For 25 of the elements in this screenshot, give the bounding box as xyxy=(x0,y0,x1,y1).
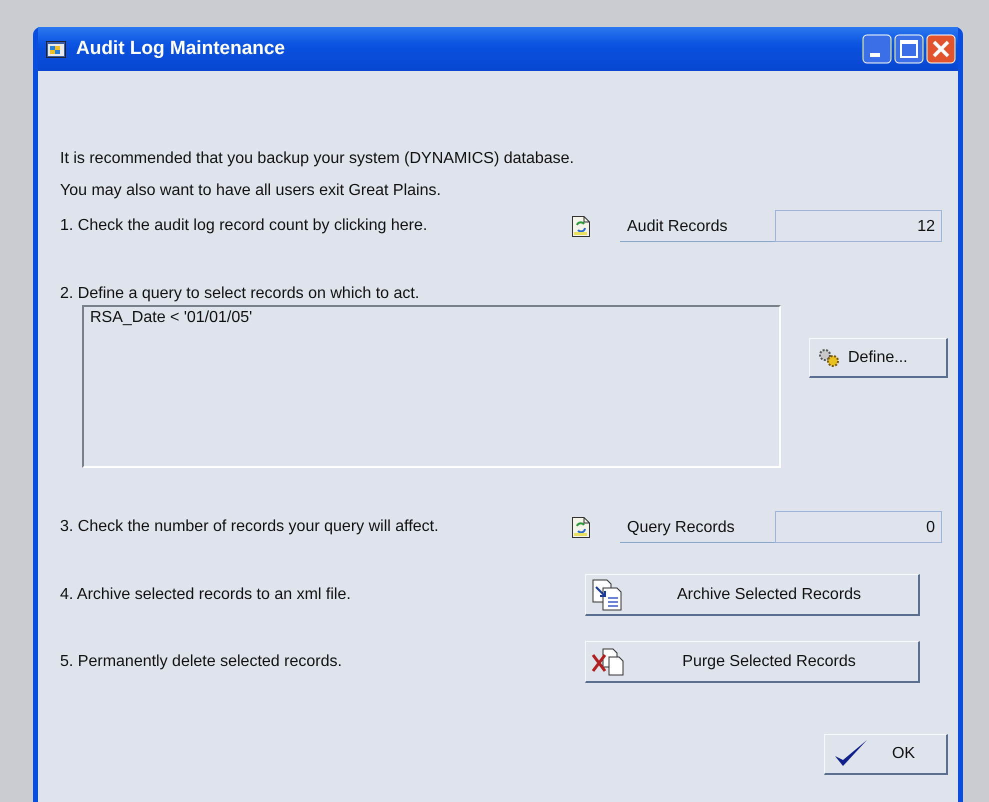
define-button[interactable]: Define... xyxy=(809,338,948,378)
window-title: Audit Log Maintenance xyxy=(76,38,286,60)
purge-button[interactable]: Purge Selected Records xyxy=(585,641,920,683)
step-label: 4. Archive selected records to an xml file. xyxy=(60,586,352,604)
archive-button[interactable]: Archive Selected Records xyxy=(585,574,920,616)
maximize-button[interactable] xyxy=(894,34,924,64)
documents-delete-icon xyxy=(591,646,625,676)
count-field: 0 xyxy=(775,511,942,543)
ok-button[interactable]: OK xyxy=(824,734,948,775)
field-label: Query Records xyxy=(620,511,775,543)
field-label: Audit Records xyxy=(620,210,775,242)
count-field: 12 xyxy=(775,210,942,242)
refresh-icon[interactable] xyxy=(572,216,590,236)
step-label: 5. Permanently delete selected records. xyxy=(60,653,343,671)
minimize-button[interactable] xyxy=(862,34,892,64)
gears-icon xyxy=(818,348,840,368)
query-text-box[interactable]: RSA_Date < '01/01/05' xyxy=(82,305,781,468)
step-label: 1. Check the audit log record count by clicking here. xyxy=(60,217,428,235)
instruction-text: You may also want to have all users exit Great Plains. xyxy=(60,181,442,201)
refresh-icon[interactable] xyxy=(572,516,590,538)
step-label: 2. Define a query to select records on which to act. xyxy=(60,285,420,302)
window-icon xyxy=(46,40,66,58)
instruction-text: It is recommended that you backup your system (DYNAMICS) database. xyxy=(60,149,575,169)
close-button[interactable] xyxy=(926,34,956,64)
step-label: 3. Check the number of records your query will affect. xyxy=(60,518,440,536)
